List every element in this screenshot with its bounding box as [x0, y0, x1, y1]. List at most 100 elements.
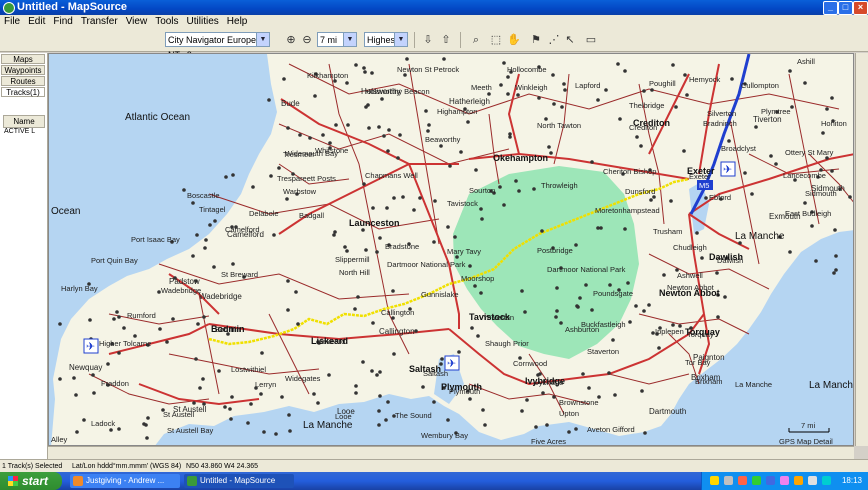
map-label: Boscastle — [187, 191, 220, 200]
menu-view[interactable]: View — [122, 15, 152, 29]
minimize-button[interactable]: _ — [823, 1, 838, 15]
map-label: Ladock — [91, 419, 115, 428]
village-dot — [788, 250, 792, 254]
road-shield-m5: M5 — [697, 180, 713, 190]
village-dot — [657, 346, 661, 350]
menu-edit[interactable]: Edit — [24, 15, 49, 29]
taskbar-item-mapsource[interactable]: Untitled - MapSource — [184, 474, 294, 488]
tray-icon[interactable] — [752, 476, 761, 485]
maximize-button[interactable]: □ — [838, 1, 853, 15]
measure-tool-icon[interactable]: ▭ — [583, 32, 599, 48]
village-dot — [640, 389, 644, 393]
svg-text:M5: M5 — [699, 181, 709, 190]
map-view[interactable]: Atlantic Ocean Ocean La Manche La Manche La … — [48, 53, 854, 446]
menu-utilities[interactable]: Utilities — [183, 15, 223, 29]
map-canvas[interactable]: Atlantic Ocean Ocean La Manche La Manche La … — [49, 54, 854, 446]
toolbar-separator — [414, 32, 415, 48]
horizontal-scrollbar[interactable] — [48, 446, 854, 459]
village-dot — [165, 340, 169, 344]
list-item[interactable]: ACTIVE L — [4, 128, 35, 135]
tab-waypoints[interactable]: Waypoints — [1, 65, 45, 75]
tray-icon[interactable] — [766, 476, 775, 485]
map-label: Sidmouth — [805, 189, 837, 198]
village-dot — [470, 326, 474, 330]
zoom-level-select[interactable]: 7 mi ▼ — [317, 32, 357, 47]
route-tool-icon[interactable]: ⋰ — [546, 32, 562, 48]
name-column-header[interactable]: Name — [3, 115, 45, 128]
map-label: Meeth — [471, 83, 492, 92]
detail-level-select[interactable]: Highest ▼ — [364, 32, 408, 47]
select-tool-icon[interactable]: ⬚ — [488, 32, 504, 48]
map-label: Gunnislake — [421, 290, 459, 299]
menu-find[interactable]: Find — [49, 15, 76, 29]
village-dot — [414, 329, 418, 333]
taskbar-item-browser[interactable]: Justgiving - Andrew ... — [70, 474, 180, 488]
menu-tools[interactable]: Tools — [151, 15, 182, 29]
map-product-select[interactable]: City Navigator Europe NT v9▼ — [165, 32, 270, 60]
tray-icon[interactable] — [724, 476, 733, 485]
zoom-out-icon[interactable]: ⊖ — [299, 32, 315, 48]
village-dot — [604, 88, 608, 92]
map-label: Chudleigh — [673, 243, 707, 252]
zoom-in-icon[interactable]: ⊕ — [283, 32, 299, 48]
tray-icon[interactable] — [780, 476, 789, 485]
village-dot — [286, 279, 290, 283]
village-dot — [516, 93, 520, 97]
village-dot — [562, 82, 566, 86]
village-dot — [334, 123, 338, 127]
village-dot — [380, 97, 384, 101]
village-dot — [426, 129, 430, 133]
tray-icon[interactable] — [794, 476, 803, 485]
village-dot — [82, 418, 86, 422]
svg-text:GPS Map Detail: GPS Map Detail — [779, 437, 833, 446]
village-dot — [370, 71, 374, 75]
village-dot — [228, 407, 232, 411]
village-dot — [825, 107, 829, 111]
menu-transfer[interactable]: Transfer — [77, 15, 122, 29]
village-dot — [231, 173, 235, 177]
status-bar: 1 Track(s) Selected Lat/Lon hddd°mm.mmm'… — [0, 459, 868, 473]
close-button[interactable]: × — [853, 1, 868, 15]
hand-tool-icon[interactable]: ✋ — [506, 32, 522, 48]
village-dot — [623, 69, 627, 73]
start-button[interactable]: start — [0, 472, 62, 490]
zoom-tool-icon[interactable]: ⌕ — [468, 32, 484, 48]
village-dot — [267, 98, 271, 102]
tab-routes[interactable]: Routes — [1, 76, 45, 86]
tab-maps[interactable]: Maps — [1, 54, 45, 64]
village-dot — [122, 326, 126, 330]
village-dot — [723, 295, 727, 299]
village-dot — [834, 268, 838, 272]
map-label: St Austell Bay — [167, 426, 214, 435]
map-label: North Tawton — [537, 121, 581, 130]
pointer-tool-icon[interactable]: ↖ — [562, 32, 578, 48]
map-label: Honiton — [821, 119, 847, 128]
village-dot — [616, 62, 620, 66]
tray-icon[interactable] — [808, 476, 817, 485]
receive-from-device-icon[interactable]: ⇩ — [420, 32, 436, 48]
map-label: Tor Bay — [685, 358, 711, 367]
start-label: start — [22, 474, 49, 488]
menu-help[interactable]: Help — [223, 15, 252, 29]
village-dot — [532, 187, 536, 191]
tray-icon[interactable] — [738, 476, 747, 485]
send-to-device-icon[interactable]: ⇧ — [438, 32, 454, 48]
vertical-scrollbar[interactable] — [855, 53, 868, 446]
map-label: Ipplepen — [655, 327, 684, 336]
map-label: Bradninch — [703, 119, 737, 128]
village-dot — [635, 135, 639, 139]
map-label: Slippermill — [335, 255, 370, 264]
tab-tracks[interactable]: Tracks(1) — [1, 87, 45, 97]
waypoint-tool-icon[interactable]: ⚑ — [528, 32, 544, 48]
village-dot — [643, 431, 647, 435]
tray-icon[interactable] — [710, 476, 719, 485]
airport-icon: ✈ — [444, 355, 460, 371]
village-dot — [608, 283, 612, 287]
menu-file[interactable]: File — [0, 15, 24, 29]
village-dot — [392, 196, 396, 200]
village-dot — [468, 264, 472, 268]
tray-icon[interactable] — [822, 476, 831, 485]
map-label: Upton — [559, 409, 579, 418]
map-label: Torquay — [687, 330, 714, 339]
village-dot — [427, 123, 431, 127]
